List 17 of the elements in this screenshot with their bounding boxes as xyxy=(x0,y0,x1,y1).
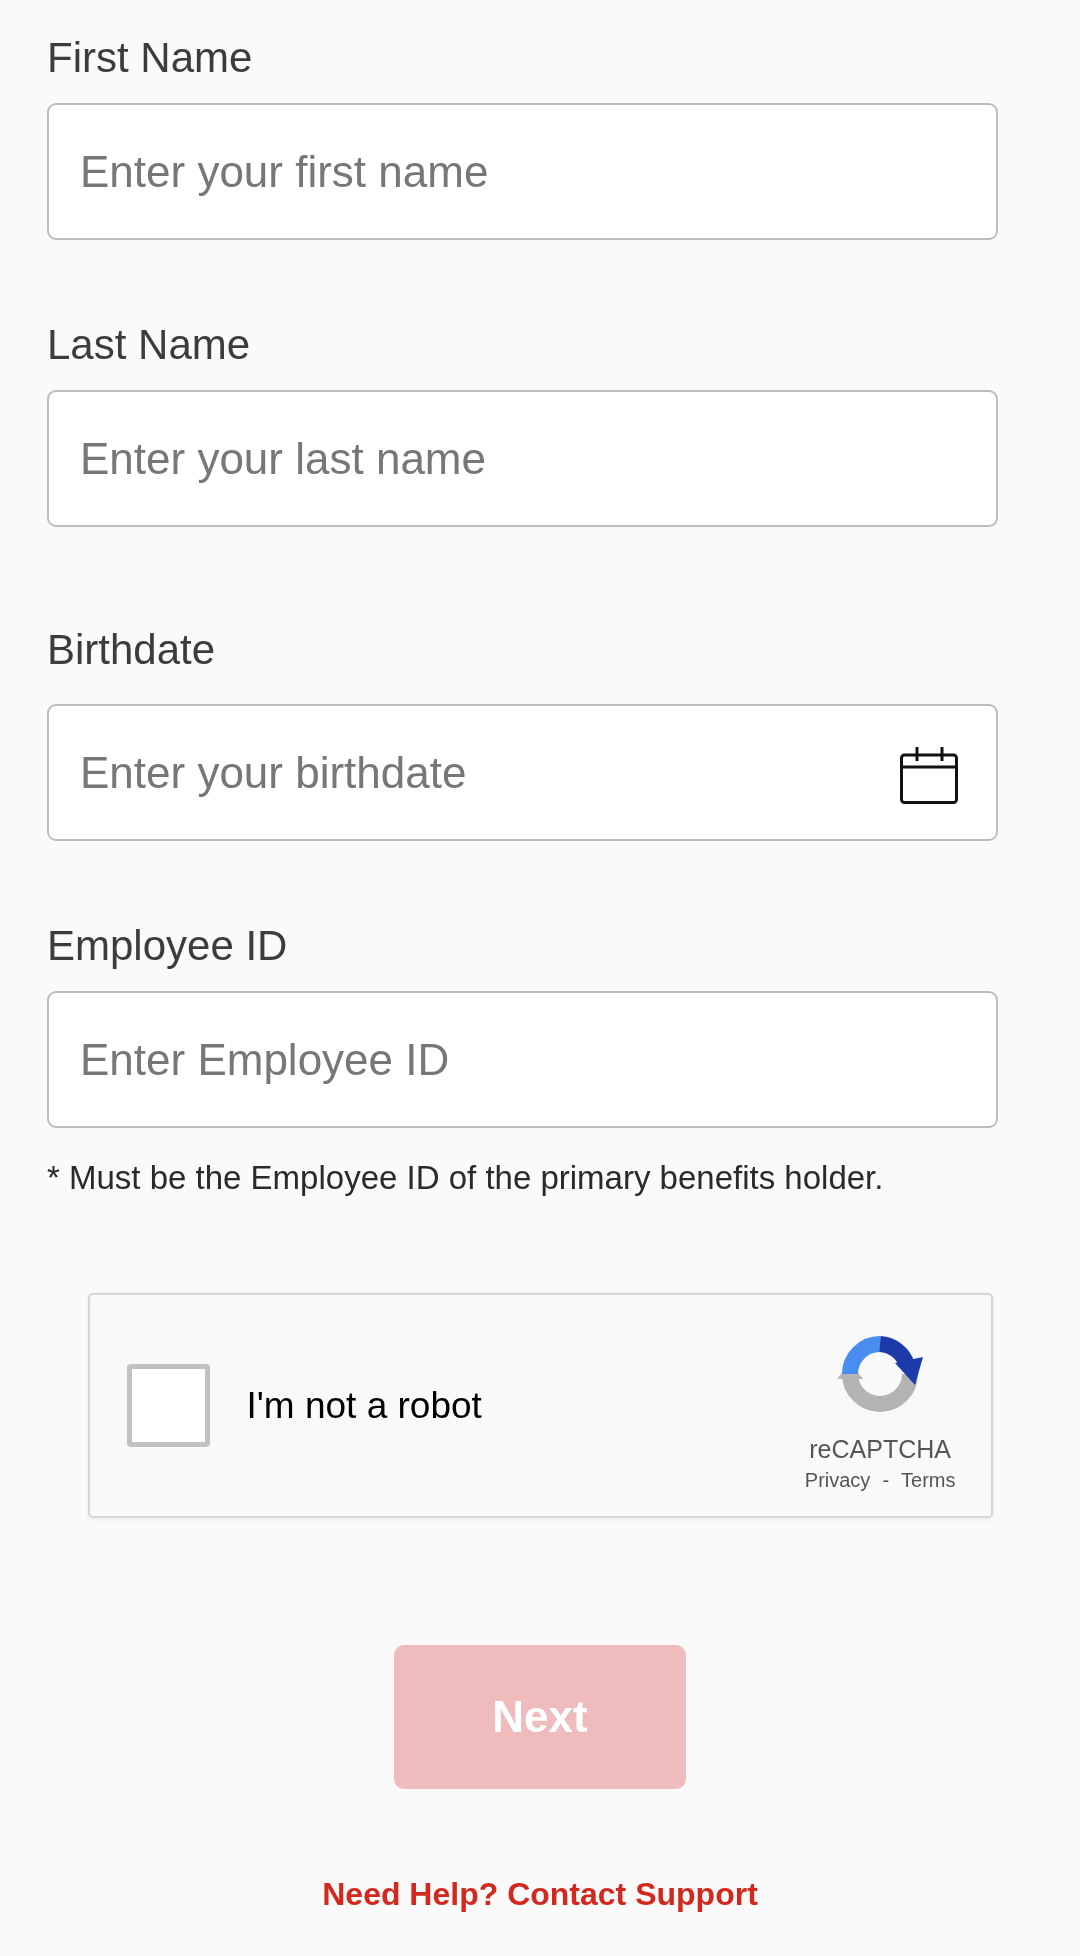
date-field[interactable]: Enter your birthdate xyxy=(47,704,998,841)
hint-text: * Must be the Employee ID of the primary benefits holder. xyxy=(47,1158,885,1198)
field-label: Birthdate xyxy=(47,625,217,675)
text-field[interactable]: Enter your first name xyxy=(47,103,998,240)
field-label: Employee ID xyxy=(47,921,289,971)
calendar-icon[interactable] xyxy=(900,747,958,804)
text-field[interactable]: Enter Employee ID xyxy=(47,991,998,1128)
checkbox[interactable] xyxy=(126,1364,210,1447)
text-field[interactable]: Enter your last name xyxy=(47,390,998,527)
terms-link[interactable]: Terms xyxy=(901,1468,956,1492)
field-label: First Name xyxy=(47,33,254,83)
link-separator: - xyxy=(882,1468,890,1492)
privacy-link[interactable]: Privacy xyxy=(804,1468,871,1492)
help-link[interactable]: Need Help? Contact Support xyxy=(322,1874,758,1914)
field-label: Last Name xyxy=(47,320,252,370)
brand-text: reCAPTCHA xyxy=(809,1434,951,1464)
checkbox-label: I'm not a robot xyxy=(246,1384,483,1427)
